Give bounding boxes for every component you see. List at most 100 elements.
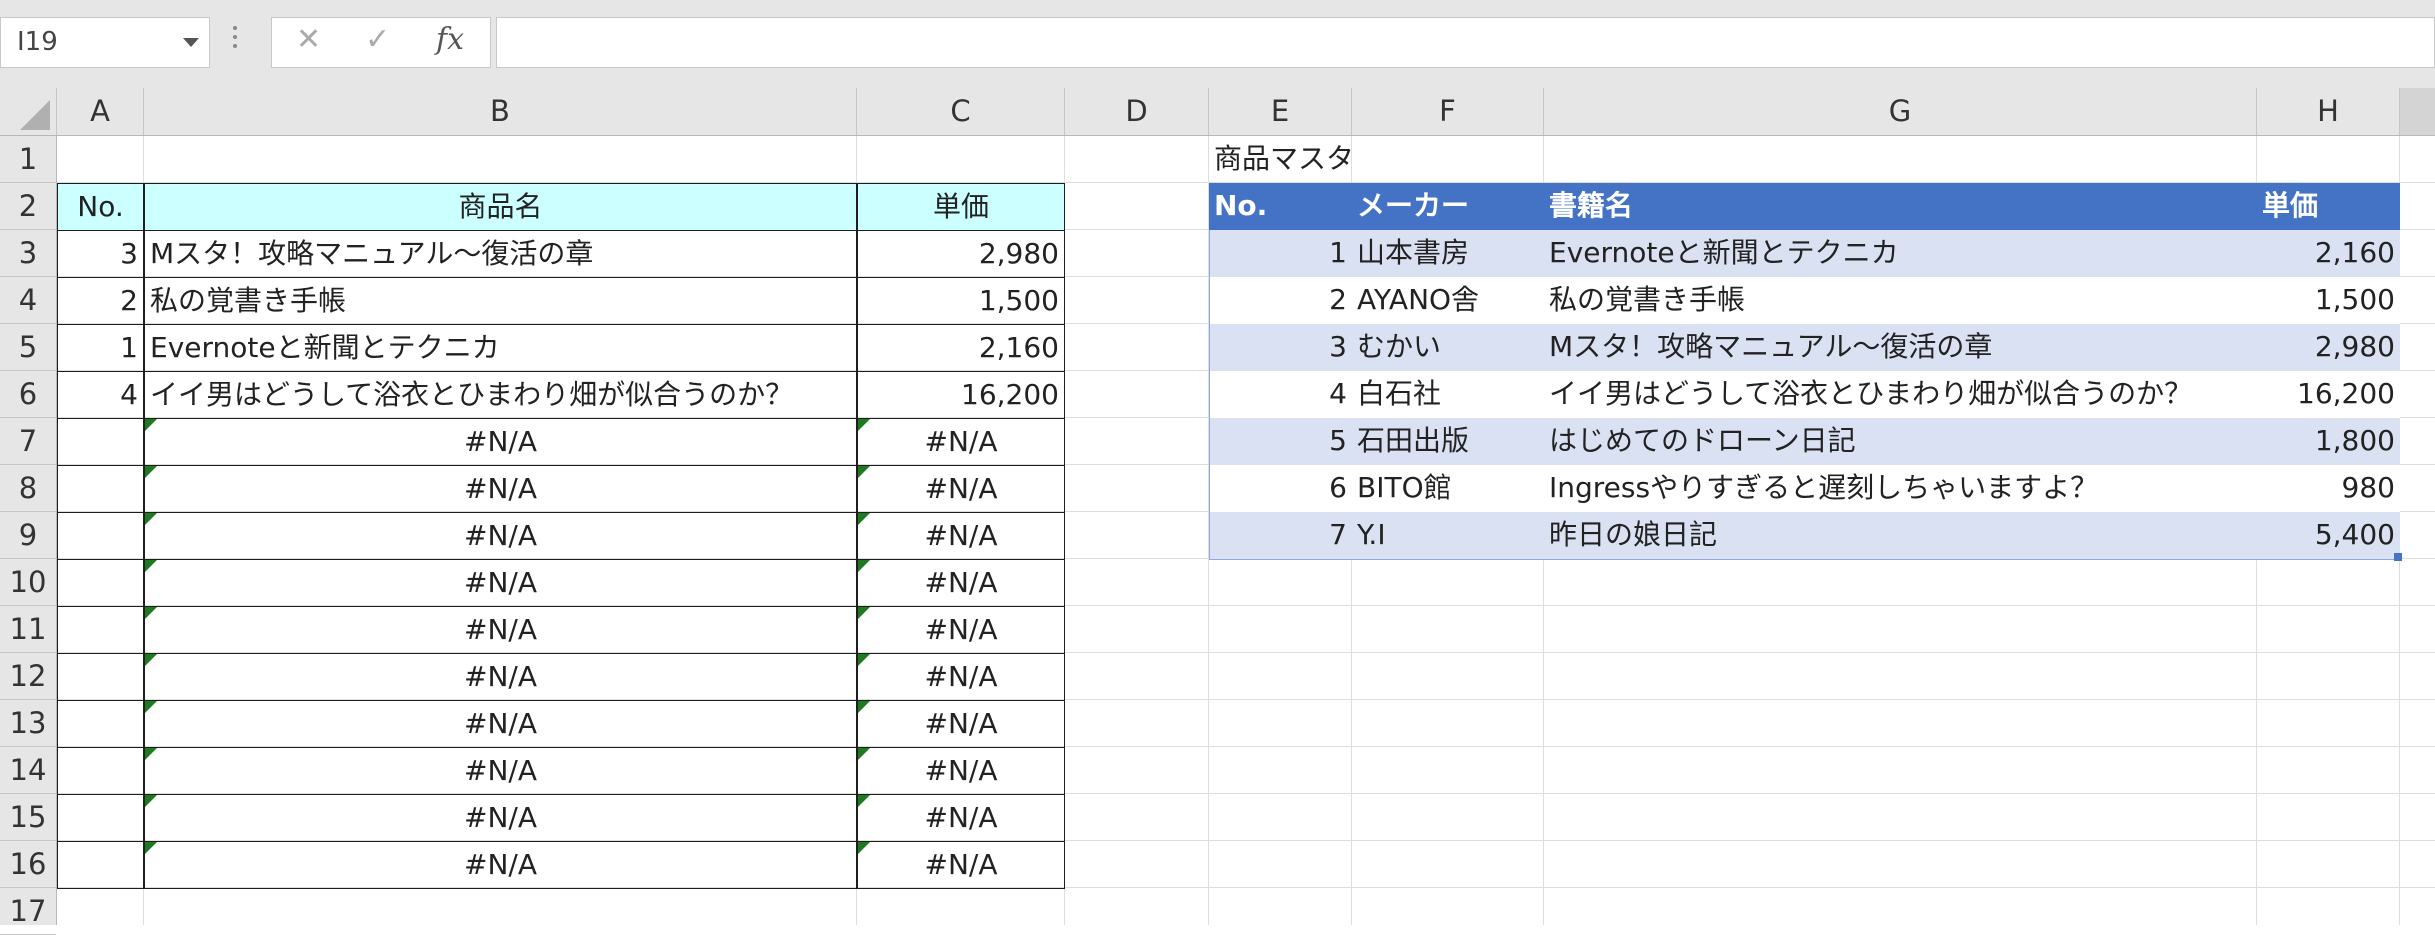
error-cell[interactable]: #N/A [857,512,1065,560]
master-table-cell[interactable]: 1 [1209,230,1352,278]
row-header-13[interactable]: 13 [0,700,56,747]
table-cell[interactable]: Mスタ！攻略マニュアル～復活の章 [144,230,857,278]
master-table-cell[interactable]: 4 [1209,371,1352,419]
row-header-15[interactable]: 15 [0,794,56,841]
table-cell[interactable] [57,653,144,701]
master-table-cell[interactable]: 980 [2257,465,2400,513]
table-cell[interactable]: 4 [57,371,144,419]
table-cell[interactable] [57,418,144,466]
error-cell[interactable]: #N/A [144,794,857,842]
error-cell[interactable]: #N/A [857,794,1065,842]
error-cell[interactable]: #N/A [857,465,1065,513]
select-all-corner[interactable] [0,88,57,135]
table-cell[interactable] [57,465,144,513]
column-header-d[interactable]: D [1065,88,1209,135]
row-header-10[interactable]: 10 [0,559,56,606]
column-header-f[interactable]: F [1352,88,1544,135]
formula-input[interactable] [496,17,2435,68]
row-header-3[interactable]: 3 [0,230,56,277]
table-cell[interactable] [57,747,144,795]
master-table-cell[interactable]: 5,400 [2257,512,2400,560]
column-header-c[interactable]: C [857,88,1065,135]
error-cell[interactable]: #N/A [857,559,1065,607]
fx-icon[interactable]: fx [436,22,464,57]
name-box[interactable]: I19 [0,17,210,68]
error-cell[interactable]: #N/A [857,653,1065,701]
chevron-down-icon[interactable] [183,38,199,47]
drag-handle-icon[interactable] [232,26,238,56]
error-cell[interactable]: #N/A [857,418,1065,466]
error-cell[interactable]: #N/A [144,512,857,560]
left-table-header[interactable]: No. [57,183,144,231]
row-header-11[interactable]: 11 [0,606,56,653]
table-resize-handle[interactable] [2394,553,2402,561]
row-header-4[interactable]: 4 [0,277,56,324]
table-cell[interactable]: 2,980 [857,230,1065,278]
table-cell[interactable]: Evernoteと新聞とテクニカ [144,324,857,372]
master-table-cell[interactable]: 3 [1209,324,1352,372]
master-table-cell[interactable]: 1,500 [2257,277,2400,325]
row-header-1[interactable]: 1 [0,136,56,183]
master-table-cell[interactable]: 私の覚書き手帳 [1544,277,2257,325]
enter-icon[interactable]: ✓ [365,22,390,57]
master-table-header[interactable]: メーカー [1352,183,1544,231]
master-table-cell[interactable]: 2,160 [2257,230,2400,278]
master-table-cell[interactable]: 7 [1209,512,1352,560]
error-cell[interactable]: #N/A [144,653,857,701]
master-table-cell[interactable]: 1,800 [2257,418,2400,466]
error-cell[interactable]: #N/A [857,606,1065,654]
master-table-cell[interactable]: BITO館 [1352,465,1544,513]
error-cell[interactable]: #N/A [144,747,857,795]
row-header-14[interactable]: 14 [0,747,56,794]
row-header-5[interactable]: 5 [0,324,56,371]
error-cell[interactable]: #N/A [144,700,857,748]
master-table-cell[interactable]: Evernoteと新聞とテクニカ [1544,230,2257,278]
table-cell[interactable]: 1,500 [857,277,1065,325]
table-cell[interactable] [57,606,144,654]
master-table-header[interactable]: 単価 [2257,183,2400,231]
error-cell[interactable]: #N/A [857,747,1065,795]
error-cell[interactable]: #N/A [857,841,1065,889]
row-header-16[interactable]: 16 [0,841,56,888]
error-cell[interactable]: #N/A [144,606,857,654]
master-table-cell[interactable]: はじめてのドローン日記 [1544,418,2257,466]
cancel-icon[interactable]: ✕ [296,22,321,57]
error-cell[interactable]: #N/A [857,700,1065,748]
table-cell[interactable]: 3 [57,230,144,278]
table-cell[interactable]: 16,200 [857,371,1065,419]
row-header-7[interactable]: 7 [0,418,56,465]
column-header-g[interactable]: G [1544,88,2257,135]
table-cell[interactable] [57,512,144,560]
table-cell[interactable]: 私の覚書き手帳 [144,277,857,325]
row-header-9[interactable]: 9 [0,512,56,559]
table-cell[interactable] [57,841,144,889]
row-header-6[interactable]: 6 [0,371,56,418]
master-table-cell[interactable]: 2 [1209,277,1352,325]
master-table-cell[interactable]: 5 [1209,418,1352,466]
master-table-cell[interactable]: 山本書房 [1352,230,1544,278]
master-table-cell[interactable]: むかい [1352,324,1544,372]
row-header-8[interactable]: 8 [0,465,56,512]
error-cell[interactable]: #N/A [144,465,857,513]
master-table-header[interactable]: No. [1209,183,1352,231]
error-cell[interactable]: #N/A [144,841,857,889]
table-cell[interactable] [57,559,144,607]
column-header-e[interactable]: E [1209,88,1352,135]
master-table-cell[interactable]: 2,980 [2257,324,2400,372]
select-all-icon[interactable] [20,100,50,130]
row-header-12[interactable]: 12 [0,653,56,700]
table-cell[interactable]: イイ男はどうして浴衣とひまわり畑が似合うのか？ [144,371,857,419]
master-table-cell[interactable]: Mスタ！攻略マニュアル～復活の章 [1544,324,2257,372]
error-cell[interactable]: #N/A [144,559,857,607]
table-cell[interactable]: 2 [57,277,144,325]
master-table-title[interactable]: 商品マスタ [1209,136,1544,184]
master-table-cell[interactable]: Y.I [1352,512,1544,560]
table-cell[interactable]: 1 [57,324,144,372]
master-table-cell[interactable]: 石田出版 [1352,418,1544,466]
table-cell[interactable] [57,794,144,842]
master-table-header[interactable]: 書籍名 [1544,183,2257,231]
column-header-h[interactable]: H [2257,88,2400,135]
row-header-17[interactable]: 17 [0,888,56,935]
column-header-b[interactable]: B [144,88,857,135]
master-table-cell[interactable]: イイ男はどうして浴衣とひまわり畑が似合うのか？ [1544,371,2257,419]
